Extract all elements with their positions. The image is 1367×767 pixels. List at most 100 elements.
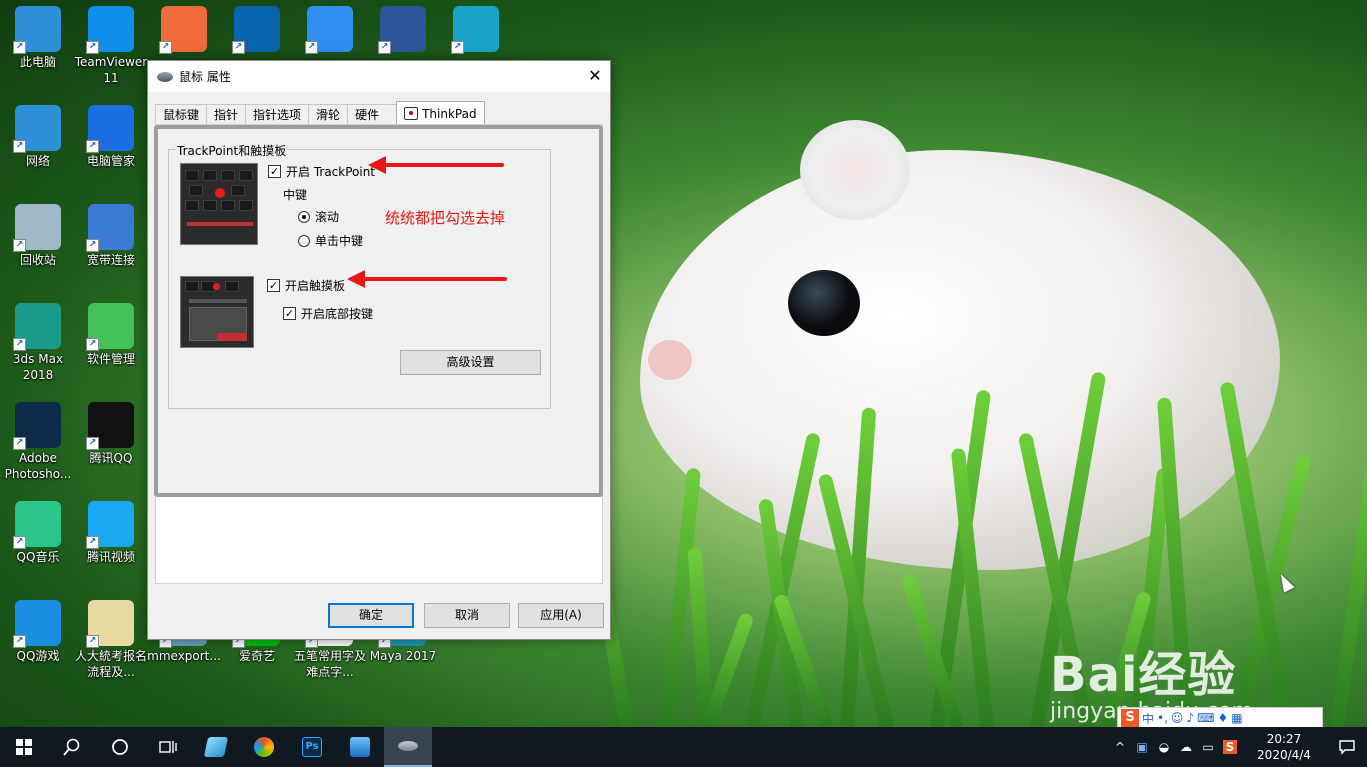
advanced-settings-button[interactable]: 高级设置 <box>400 350 541 375</box>
shortcut-arrow-icon: ↗ <box>13 239 26 252</box>
desktop-icon[interactable]: ↗ Adobe Photosho... <box>0 396 78 482</box>
desktop-icon[interactable]: ↗ 人大統考报名流程及... <box>71 594 151 680</box>
tray-usb[interactable]: ▣ <box>1131 727 1153 767</box>
desktop-icon[interactable]: ↗ 3ds Max 2018 <box>0 297 78 383</box>
desktop-icon[interactable]: ↗ 此电脑 <box>0 0 78 70</box>
desktop-icon[interactable]: ↗ <box>436 0 516 54</box>
ime-skin-icon[interactable]: ♦ <box>1217 711 1228 725</box>
shortcut-arrow-icon: ↗ <box>13 437 26 450</box>
ime-punct-icon[interactable]: •, <box>1157 711 1168 725</box>
search-button[interactable] <box>48 727 96 767</box>
desktop-icon[interactable]: ↗ <box>217 0 297 54</box>
desktop-icon[interactable]: ↗ QQ音乐 <box>0 495 78 565</box>
scroll-radio[interactable] <box>298 210 310 223</box>
taskbar-app-photos[interactable] <box>240 727 288 767</box>
tray-battery[interactable]: ▭ <box>1197 727 1219 767</box>
taskbar-app-control-panel[interactable] <box>336 727 384 767</box>
photoshop-icon: Ps <box>302 737 322 757</box>
ime-keyboard-icon[interactable]: ⌨ <box>1197 711 1214 725</box>
desktop-icon[interactable]: ↗ 电脑管家 <box>71 99 151 169</box>
tab-buttons[interactable]: 鼠标键 <box>155 104 208 125</box>
thinkpad-icon <box>404 107 419 120</box>
tab-hardware[interactable]: 硬件 <box>347 104 398 125</box>
middle-key-label: 中键 <box>283 188 308 202</box>
ime-mode-label[interactable]: 中 <box>1142 710 1154 727</box>
desktop-icon[interactable]: ↗ QQ游戏 <box>0 594 78 664</box>
desktop-icon[interactable]: ↗ 宽带连接 <box>71 198 151 268</box>
trackpoint-label: 开启 TrackPoint <box>286 165 376 179</box>
desktop-icon-label: 回收站 <box>19 253 56 267</box>
task-view-button[interactable] <box>144 727 192 767</box>
tab-pointers[interactable]: 指针 <box>206 104 247 125</box>
scroll-radio-row[interactable]: 滚动 <box>298 208 339 225</box>
keyboard-key <box>185 170 199 181</box>
desktop-icon[interactable]: ↗ 腾讯QQ <box>71 396 151 466</box>
desktop-icon-label: Maya 2017 <box>369 649 437 663</box>
tencent-video-icon: ↗ <box>86 501 134 549</box>
touchpad-checkbox-row[interactable]: ✓ 开启触摸板 <box>267 277 345 294</box>
wallpaper-hamster-ear <box>800 120 910 220</box>
start-button[interactable] <box>0 727 48 767</box>
desktop-icon[interactable]: ↗ 腾讯视频 <box>71 495 151 565</box>
ime-toolbar[interactable]: S 中 •, ☺ ♪ ⌨ ♦ ▦ <box>1117 707 1323 729</box>
wallpaper-hamster-eye <box>788 270 860 336</box>
tray-onedrive[interactable]: ☁ <box>1175 727 1197 767</box>
battery-icon: ▭ <box>1202 740 1214 754</box>
taskbar-app-1[interactable] <box>192 727 240 767</box>
touchpad-image <box>180 276 254 348</box>
action-center-button[interactable] <box>1327 727 1367 767</box>
pc-manager-icon: ↗ <box>86 105 134 153</box>
tray-ime[interactable]: S <box>1219 727 1241 767</box>
qq-music-icon: ↗ <box>13 501 61 549</box>
taskbar-app-photoshop[interactable]: Ps <box>288 727 336 767</box>
ok-button[interactable]: 确定 <box>328 603 414 628</box>
desktop-icon-label: TeamViewer 11 <box>74 55 148 85</box>
wallpaper-hamster-nose <box>648 340 692 380</box>
tab-pointer-options[interactable]: 指针选项 <box>245 104 310 125</box>
mouse-properties-dialog: 鼠标 属性 ✕ 鼠标键 指针 指针选项 滑轮 硬件 ThinkPad Track… <box>147 60 611 640</box>
network-icon: ↗ <box>13 105 61 153</box>
bottom-buttons-checkbox[interactable]: ✓ <box>283 307 296 320</box>
desktop-icon[interactable]: ↗ <box>144 0 224 54</box>
network-icon: ◒ <box>1158 740 1170 754</box>
close-button[interactable]: ✕ <box>580 61 610 92</box>
keyboard-key <box>185 281 199 292</box>
shortcut-arrow-icon: ↗ <box>13 338 26 351</box>
desktop-icon[interactable]: ↗ TeamViewer 11 <box>71 0 151 86</box>
ime-emoji-icon[interactable]: ☺ <box>1171 711 1184 725</box>
dialog-titlebar[interactable]: 鼠标 属性 ✕ <box>148 61 610 92</box>
tray-overflow[interactable]: ^ <box>1109 727 1131 767</box>
desktop-icon-label: 爱奇艺 <box>238 649 275 663</box>
desktop-icon[interactable]: ↗ <box>363 0 443 54</box>
desktop-icon-label: 五笔常用字及难点字... <box>293 649 366 679</box>
cortana-button[interactable] <box>96 727 144 767</box>
keyboard-key <box>185 200 199 211</box>
tab-thinkpad[interactable]: ThinkPad <box>396 101 485 125</box>
ime-toolbox-icon[interactable]: ▦ <box>1231 711 1242 725</box>
trackpoint-checkbox[interactable]: ✓ <box>268 165 281 178</box>
desktop-icon[interactable]: ↗ 软件管理 <box>71 297 151 367</box>
photos-pinwheel-icon: ↗ <box>159 6 207 54</box>
apply-button[interactable]: 应用(A) <box>518 603 604 628</box>
middle-click-radio[interactable] <box>298 234 310 247</box>
bottom-buttons-checkbox-row[interactable]: ✓ 开启底部按键 <box>283 305 373 322</box>
desktop-icon-label: 人大統考报名流程及... <box>74 649 147 679</box>
touchpad-top-buttons <box>189 299 247 303</box>
keyboard-key <box>221 200 235 211</box>
desktop-icon[interactable]: ↗ 网络 <box>0 99 78 169</box>
middle-click-radio-row[interactable]: 单击中键 <box>298 232 363 249</box>
desktop-icon[interactable]: ↗ <box>290 0 370 54</box>
word-icon: ↗ <box>378 6 426 54</box>
shortcut-arrow-icon: ↗ <box>86 239 99 252</box>
tab-strip: 鼠标键 指针 指针选项 滑轮 硬件 ThinkPad <box>155 101 485 125</box>
shortcut-arrow-icon: ↗ <box>86 437 99 450</box>
tray-network[interactable]: ◒ <box>1153 727 1175 767</box>
taskbar-app-mouse[interactable] <box>384 727 432 767</box>
trackpoint-checkbox-row[interactable]: ✓ 开启 TrackPoint <box>268 163 375 180</box>
cancel-button[interactable]: 取消 <box>424 603 510 628</box>
desktop-icon[interactable]: ↗ 回收站 <box>0 198 78 268</box>
tab-wheel[interactable]: 滑轮 <box>308 104 349 125</box>
ime-voice-icon[interactable]: ♪ <box>1186 711 1194 725</box>
touchpad-checkbox[interactable]: ✓ <box>267 279 280 292</box>
clock[interactable]: 20:27 2020/4/4 <box>1241 731 1327 763</box>
